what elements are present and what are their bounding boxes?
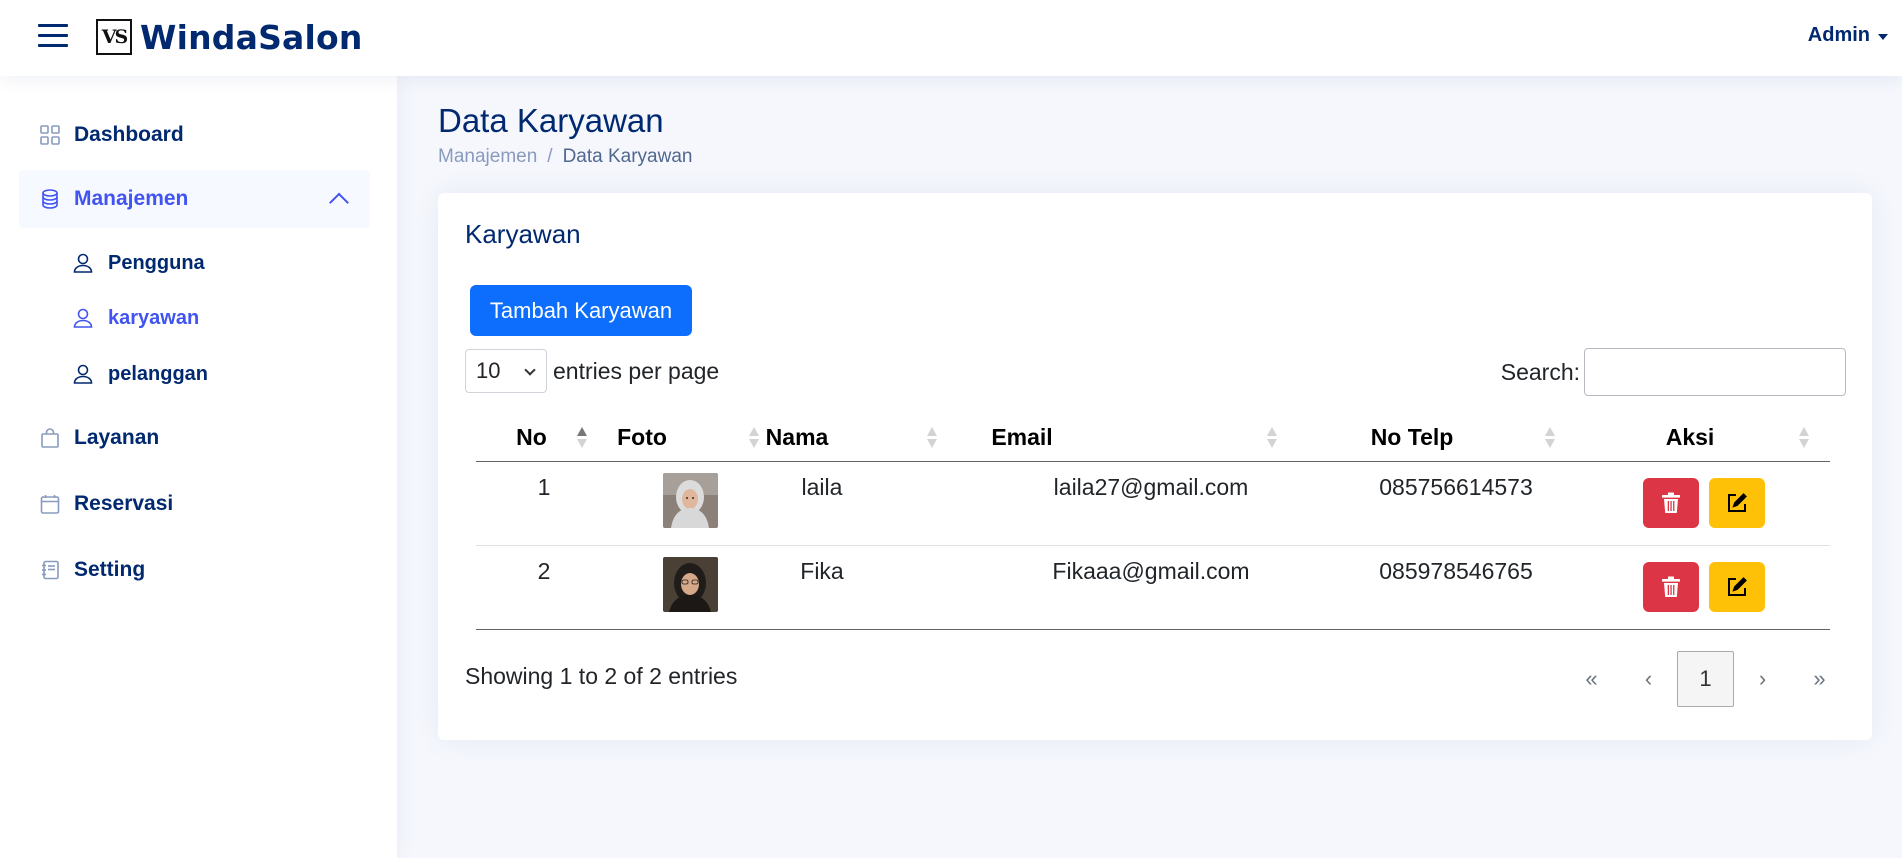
person-icon [73,253,93,273]
sidebar-item-label: Dashboard [74,123,184,146]
sidebar-item-setting[interactable]: Setting [19,541,370,599]
person-icon [73,364,93,384]
column-header-no[interactable]: No [476,412,587,462]
sidebar-item-label: Manajemen [74,187,189,210]
pagination: « ‹ 1 › » [1563,651,1848,707]
add-karyawan-button[interactable]: Tambah Karyawan [470,285,692,336]
cell-email: Fikaaa@gmail.com [1052,558,1250,584]
caret-down-icon [1878,33,1888,40]
page-title: Data Karyawan [438,102,664,139]
column-header-label: Email [991,423,1053,450]
column-header-no-telp[interactable]: No Telp [1277,412,1547,462]
sidebar-item-label: Reservasi [74,492,174,515]
sort-icon[interactable] [1545,427,1555,449]
logo[interactable]: VS WindaSalon [96,17,363,57]
cell-telp: 085756614573 [1379,474,1533,500]
page-prev-button[interactable]: ‹ [1620,651,1677,707]
page-last-button[interactable]: » [1791,651,1848,707]
card-title: Karyawan [465,219,581,249]
table-row: 2 Fika Fikaaa@gmail.com 085978546765 [476,546,1830,630]
page-next-button[interactable]: › [1734,651,1791,707]
calendar-icon [40,495,60,514]
sidebar-subitem-label: pelanggan [108,362,209,385]
menu-toggle-icon[interactable] [38,20,68,50]
column-header-label: Nama [765,423,829,450]
sidebar-item-label: Setting [74,558,146,581]
breadcrumb-current: Data Karyawan [562,146,693,167]
sidebar-item-dashboard[interactable]: Dashboard [19,106,370,164]
column-header-email[interactable]: Email [897,412,1147,462]
pencil-square-icon [1728,577,1747,596]
column-header-label: No [516,423,547,450]
page-first-button[interactable]: « [1563,651,1620,707]
app-name: WindaSalon [140,17,363,57]
search-label: Search: [1500,358,1580,385]
entries-select-value: 10 [476,358,501,383]
search-input[interactable] [1584,348,1846,396]
sidebar: Dashboard Manajemen Pengguna karyawan pe… [0,76,397,858]
entries-per-page: 10 entries per page [465,349,719,393]
column-header-aksi[interactable]: Aksi [1555,412,1825,462]
delete-button[interactable] [1643,562,1699,612]
edit-button[interactable] [1709,562,1765,612]
journal-icon [42,560,59,580]
column-header-label: Aksi [1665,423,1715,450]
sidebar-item-layanan[interactable]: Layanan [19,409,370,467]
chevron-up-icon [329,192,349,213]
column-header-label: Foto [617,423,667,450]
column-header-label: No Telp [1370,423,1454,450]
user-label: Admin [1807,24,1870,46]
sidebar-subitem-label: Pengguna [108,251,205,274]
trash-icon [1662,576,1680,597]
cell-no: 2 [537,558,551,584]
pencil-square-icon [1728,493,1747,512]
cell-nama: laila [801,474,843,500]
cell-no: 1 [537,474,551,500]
column-header-nama[interactable]: Nama [697,412,897,462]
user-menu[interactable]: Admin [1808,24,1888,47]
sort-icon[interactable] [1267,427,1277,449]
employee-photo [663,473,718,528]
entries-label: entries per page [553,357,720,384]
edit-button[interactable] [1709,478,1765,528]
grid-icon [40,125,60,145]
breadcrumb-separator: / [547,146,553,167]
entries-select[interactable]: 10 [465,349,547,393]
column-header-foto[interactable]: Foto [587,412,697,462]
bag-icon [41,428,59,448]
employee-photo [663,557,718,612]
table-row: 1 laila laila27@gmail.com 085756614573 [476,462,1830,546]
sort-asc-icon[interactable] [577,427,587,449]
karyawan-table: No Foto Nama Email No Telp Aksi 1 laila … [476,412,1830,630]
table-header-row: No Foto Nama Email No Telp Aksi [476,412,1830,462]
page-number-button[interactable]: 1 [1677,651,1734,707]
sidebar-item-manajemen[interactable]: Manajemen [19,170,370,228]
search-box: Search: [1501,348,1846,396]
sidebar-subitem-pengguna[interactable]: Pengguna [72,243,205,283]
sidebar-item-label: Layanan [74,426,160,449]
database-icon [42,189,58,209]
trash-icon [1662,492,1680,513]
logo-mark: VS [96,19,132,55]
sidebar-subitem-karyawan[interactable]: karyawan [72,298,199,338]
person-icon [73,308,93,328]
cell-telp: 085978546765 [1379,558,1533,584]
delete-button[interactable] [1643,478,1699,528]
sidebar-subitem-label: karyawan [108,306,200,329]
breadcrumb: Manajemen / Data Karyawan [438,146,692,168]
cell-nama: Fika [800,558,844,584]
karyawan-card: Karyawan Tambah Karyawan 10 entries per … [438,193,1872,740]
showing-info: Showing 1 to 2 of 2 entries [465,663,738,689]
sort-icon[interactable] [1799,427,1809,449]
cell-email: laila27@gmail.com [1053,474,1249,500]
sidebar-item-reservasi[interactable]: Reservasi [19,475,370,533]
breadcrumb-link-manajemen[interactable]: Manajemen [438,146,537,168]
sidebar-subitem-pelanggan[interactable]: pelanggan [72,354,208,394]
chevron-down-icon [524,364,536,376]
top-header: VS WindaSalon Admin [0,0,1902,76]
